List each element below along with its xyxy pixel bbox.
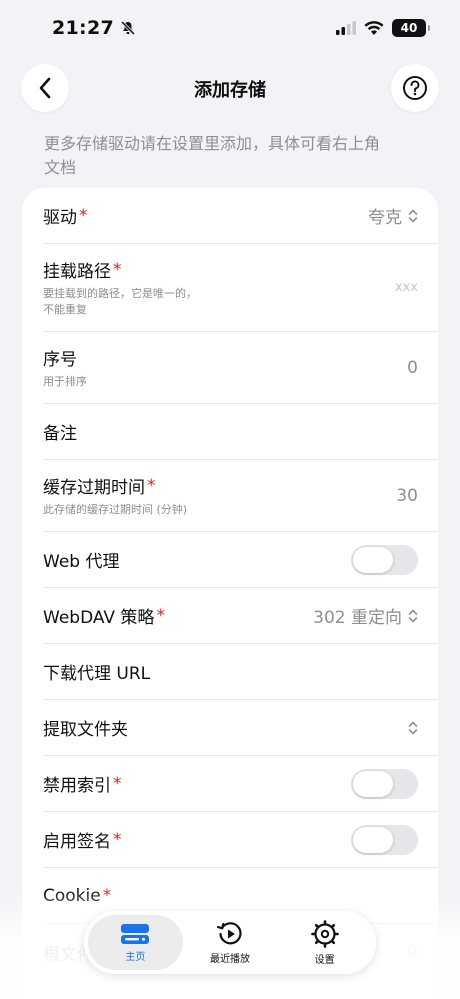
battery-indicator: 40 xyxy=(392,19,430,37)
order-label: 序号 xyxy=(43,350,77,370)
web-proxy-label: Web 代理 xyxy=(43,552,120,572)
driver-label-text: 驱动 xyxy=(43,208,77,228)
webdav-policy-value-text: 302 重定向 xyxy=(313,608,402,628)
mount-path-desc-line1: 要挂载到的路径，它是唯一的， xyxy=(43,287,197,300)
question-circle-icon xyxy=(403,76,427,100)
webdav-policy-label: WebDAV 策略 * xyxy=(43,603,165,629)
status-time: 21:27 xyxy=(52,17,114,39)
order-input[interactable]: 0 xyxy=(407,358,418,378)
required-mark: * xyxy=(102,885,112,906)
webdav-policy-label-text: WebDAV 策略 xyxy=(43,608,155,628)
history-play-icon xyxy=(216,921,242,944)
cache-expiry-label-text: 缓存过期时间 xyxy=(43,478,145,498)
cache-expiry-input[interactable]: 30 xyxy=(396,486,418,506)
order-info: 序号 用于排序 xyxy=(43,345,87,390)
order-desc: 用于排序 xyxy=(43,375,87,388)
storage-form: 驱动 * 夸克 挂载路径 * 要挂载到的路径，它是唯一的， 不能重复 xxx 序号 … xyxy=(22,188,438,999)
disable-index-label-text: 禁用索引 xyxy=(43,776,111,796)
status-icons: 40 xyxy=(336,19,430,37)
disable-index-toggle[interactable] xyxy=(351,768,418,799)
wifi-icon xyxy=(364,20,384,35)
tab-home-label: 主页 xyxy=(125,951,146,963)
remark-label: 备注 xyxy=(43,424,77,444)
enable-sign-toggle[interactable] xyxy=(351,824,418,855)
order-row[interactable]: 序号 用于排序 0 xyxy=(43,332,438,404)
status-bar: 21:27 40 xyxy=(0,0,460,56)
tab-settings[interactable]: 设置 xyxy=(277,915,372,970)
cache-expiry-info: 缓存过期时间 * 此存储的缓存过期时间 (分钟) xyxy=(43,473,187,518)
webdav-policy-row[interactable]: WebDAV 策略 * 302 重定向 xyxy=(43,588,438,644)
enable-sign-row: 启用签名 * xyxy=(43,812,438,868)
disable-index-label: 禁用索引 * xyxy=(43,771,122,797)
required-mark: * xyxy=(113,829,122,850)
driver-value[interactable]: 夸克 xyxy=(368,203,418,228)
driver-row[interactable]: 驱动 * 夸克 xyxy=(43,188,438,244)
mount-path-input[interactable]: xxx xyxy=(395,280,418,295)
mount-path-row[interactable]: 挂载路径 * 要挂载到的路径，它是唯一的， 不能重复 xxx xyxy=(43,244,438,332)
mount-path-label-text: 挂载路径 xyxy=(43,262,111,282)
required-mark: * xyxy=(156,605,165,626)
cellular-signal-icon xyxy=(336,21,356,35)
chevron-up-down-icon xyxy=(408,609,418,622)
chevron-up-down-icon xyxy=(408,721,418,734)
webdav-policy-value[interactable]: 302 重定向 xyxy=(313,603,418,628)
extract-folder-value[interactable] xyxy=(408,721,418,735)
cache-expiry-label: 缓存过期时间 * xyxy=(43,473,187,499)
storage-icon xyxy=(121,923,150,944)
status-time-group: 21:27 xyxy=(52,17,136,39)
tab-recent-label: 最近播放 xyxy=(210,953,250,965)
bell-slash-icon xyxy=(120,20,136,36)
cookie-label-text: Cookie xyxy=(43,885,101,906)
enable-sign-label-text: 启用签名 xyxy=(43,832,111,852)
tab-home[interactable]: 主页 xyxy=(88,915,183,970)
tab-bar: 主页 最近播放 设置 xyxy=(84,911,376,974)
cookie-label: Cookie * xyxy=(43,886,111,906)
cache-expiry-desc: 此存储的缓存过期时间 (分钟) xyxy=(43,503,188,516)
required-mark: * xyxy=(147,475,156,496)
tab-recent[interactable]: 最近播放 xyxy=(183,915,278,970)
root-folder-input[interactable]: 0 xyxy=(407,942,418,962)
extract-folder-row[interactable]: 提取文件夹 xyxy=(43,700,438,756)
driver-value-text: 夸克 xyxy=(368,208,402,228)
mount-path-desc-line2: 不能重复 xyxy=(43,303,87,316)
nav-bar: 添加存储 xyxy=(0,62,460,114)
required-mark: * xyxy=(113,773,122,794)
required-mark: * xyxy=(113,259,122,280)
mount-path-desc: 要挂载到的路径，它是唯一的， 不能重复 xyxy=(43,286,197,318)
mount-path-info: 挂载路径 * 要挂载到的路径，它是唯一的， 不能重复 xyxy=(43,257,197,318)
extract-folder-label: 提取文件夹 xyxy=(43,720,128,740)
hint-text: 更多存储驱动请在设置里添加，具体可看右上角文档 xyxy=(44,134,381,177)
tab-settings-label: 设置 xyxy=(314,954,335,966)
help-button[interactable] xyxy=(391,64,439,112)
web-proxy-row: Web 代理 xyxy=(43,532,438,588)
enable-sign-label: 启用签名 * xyxy=(43,827,122,853)
remark-row[interactable]: 备注 xyxy=(43,404,438,460)
download-proxy-label: 下载代理 URL xyxy=(43,664,151,684)
gear-icon xyxy=(310,919,339,948)
disable-index-row: 禁用索引 * xyxy=(43,756,438,812)
chevron-up-down-icon xyxy=(408,209,418,222)
required-mark: * xyxy=(79,205,88,226)
cache-expiry-row[interactable]: 缓存过期时间 * 此存储的缓存过期时间 (分钟) 30 xyxy=(43,460,438,532)
driver-label: 驱动 * xyxy=(43,203,88,229)
web-proxy-toggle[interactable] xyxy=(351,544,418,575)
download-proxy-row[interactable]: 下载代理 URL xyxy=(43,644,438,700)
mount-path-label: 挂载路径 * xyxy=(43,257,197,283)
